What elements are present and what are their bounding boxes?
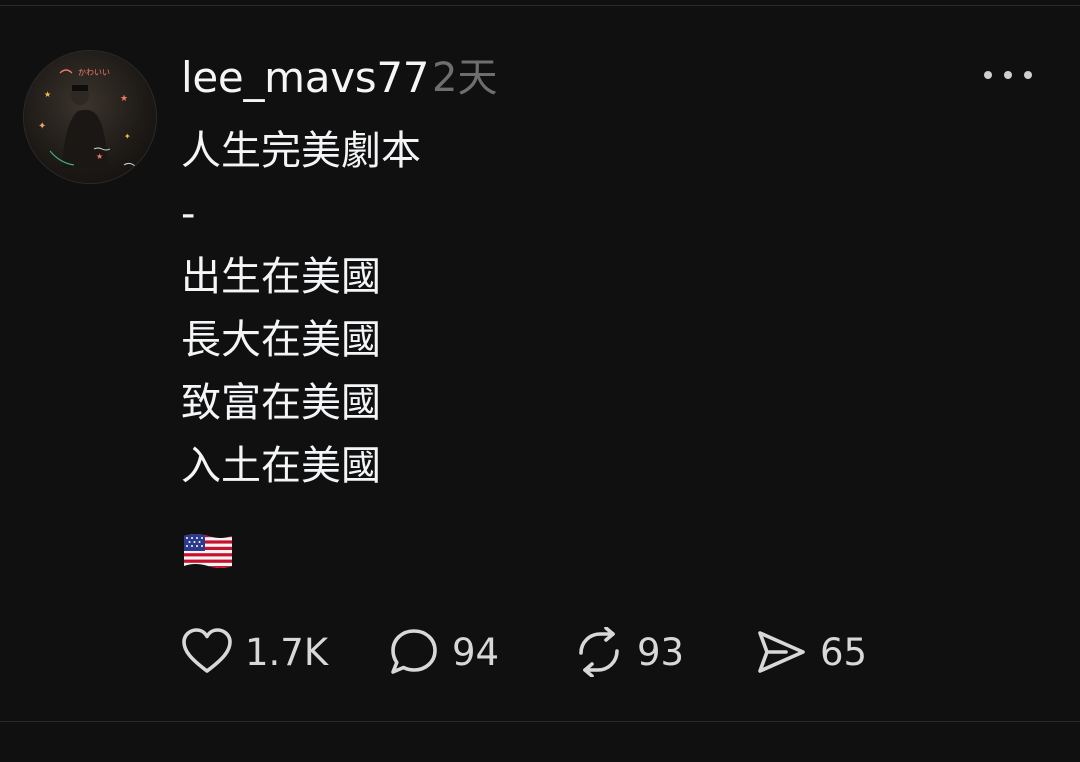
svg-text:かわいい: かわいい xyxy=(78,68,110,77)
bottom-divider xyxy=(0,721,1080,722)
post-line: 出生在美國 xyxy=(181,254,381,300)
post-body: 人生完美劇本 - 出生在美國 長大在美國 致富在美國 入土在美國 xyxy=(181,120,941,498)
svg-text:✦: ✦ xyxy=(38,121,46,132)
more-dot xyxy=(1004,71,1012,79)
us-flag-emoji xyxy=(181,530,235,572)
post-line: 入土在美國 xyxy=(181,443,381,489)
post-line-title: 人生完美劇本 xyxy=(181,128,421,174)
svg-text:★: ★ xyxy=(120,94,128,104)
reply-button[interactable]: 94 xyxy=(388,622,499,682)
like-button[interactable]: 1.7K xyxy=(181,622,328,682)
share-button[interactable]: 65 xyxy=(756,622,867,682)
avatar[interactable]: ✦ ★ ★ ✦ ★ かわいい xyxy=(24,51,156,183)
post-line: 致富在美國 xyxy=(181,380,381,426)
more-dots-icon xyxy=(984,71,992,79)
more-dot xyxy=(1024,71,1032,79)
svg-text:✦: ✦ xyxy=(124,132,131,141)
post-line-dash: - xyxy=(181,191,196,237)
more-options-button[interactable] xyxy=(984,62,1032,88)
username[interactable]: lee_mavs77 xyxy=(181,52,429,104)
action-bar: 1.7K 94 93 65 xyxy=(181,622,981,682)
repost-arrows-icon xyxy=(579,627,619,677)
repost-button[interactable]: 93 xyxy=(573,622,684,682)
post-timestamp: 2天 xyxy=(432,55,498,101)
post-line: 長大在美國 xyxy=(181,317,381,363)
repost-count: 93 xyxy=(637,630,685,674)
speech-bubble-icon xyxy=(391,629,437,674)
like-count: 1.7K xyxy=(245,630,329,674)
svg-text:★: ★ xyxy=(44,90,51,99)
reply-count: 94 xyxy=(452,630,500,674)
top-divider xyxy=(0,5,1080,6)
send-icon xyxy=(758,631,805,673)
share-count: 65 xyxy=(820,630,868,674)
svg-text:★: ★ xyxy=(96,152,103,161)
heart-icon xyxy=(182,628,232,673)
